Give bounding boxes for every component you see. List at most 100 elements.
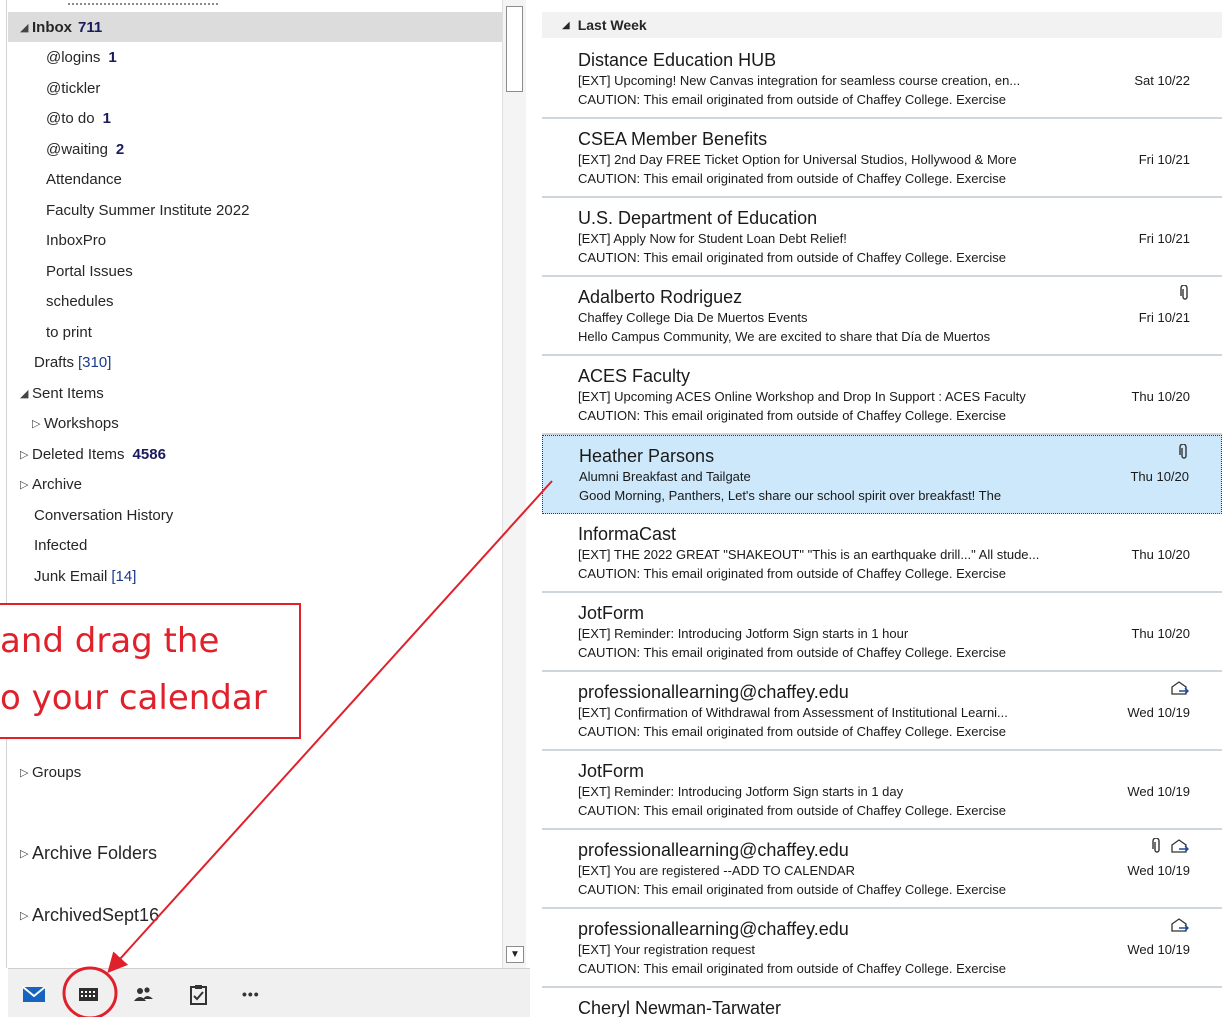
folder-label: Faculty Summer Institute 2022: [46, 201, 250, 219]
collapsed-triangle-icon[interactable]: ▷: [20, 478, 32, 491]
expanded-triangle-icon[interactable]: ◢: [562, 20, 570, 31]
folder-logins[interactable]: @logins 1: [8, 42, 502, 72]
folder-drafts[interactable]: Drafts [310]: [8, 347, 502, 377]
folder-archive-folders[interactable]: ▷ Archive Folders: [8, 836, 502, 870]
folder-label: Archive Folders: [32, 842, 158, 863]
message-row[interactable]: InformaCast [EXT] THE 2022 GREAT "SHAKEO…: [542, 514, 1222, 593]
message-row[interactable]: CSEA Member Benefits [EXT] 2nd Day FREE …: [542, 119, 1222, 198]
tasks-icon[interactable]: [188, 983, 216, 1007]
group-label: Last Week: [577, 17, 647, 33]
collapsed-triangle-icon[interactable]: ▷: [20, 766, 32, 779]
forwarded-icon: [1171, 918, 1189, 932]
folder-label: ArchivedSept16: [32, 904, 160, 925]
message-row[interactable]: professionallearning@chaffey.edu [EXT] C…: [542, 672, 1222, 751]
item-count: [14]: [111, 567, 137, 585]
message-subject: [EXT] Upcoming! New Canvas integration f…: [578, 73, 1021, 88]
expanded-triangle-icon[interactable]: ◢: [20, 387, 32, 400]
folder-label: Junk Email: [34, 567, 108, 585]
folder-junk-email[interactable]: Junk Email [14]: [8, 561, 502, 591]
folder-attendance[interactable]: Attendance: [8, 164, 502, 194]
forwarded-icon: [1171, 681, 1189, 695]
message-date: Thu 10/20: [1131, 547, 1190, 562]
folder-to-do[interactable]: @to do 1: [8, 103, 502, 133]
collapsed-triangle-icon[interactable]: ▷: [32, 417, 44, 430]
folder-label: InboxPro: [46, 231, 107, 249]
message-date: Wed 10/19: [1127, 705, 1190, 720]
message-list: ◢ Last Week Distance Education HUB [EXT]…: [542, 0, 1222, 1017]
annotation-callout-box: and drag the o your calendar: [0, 603, 301, 739]
folder-archive[interactable]: ▷ Archive: [8, 469, 502, 499]
folder-portal-issues[interactable]: Portal Issues: [8, 256, 502, 286]
message-row[interactable]: Adalberto Rodriguez Chaffey College Dia …: [542, 277, 1222, 356]
mail-icon[interactable]: [22, 983, 50, 1007]
clipped-folder-fragment: [68, 3, 218, 9]
folder-label: Inbox: [32, 18, 72, 36]
unread-count: 4586: [132, 445, 166, 463]
message-sender: Adalberto Rodriguez: [578, 287, 743, 307]
message-preview: Good Morning, Panthers, Let's share our …: [579, 488, 1002, 503]
date-group-header[interactable]: ◢ Last Week: [542, 12, 1222, 38]
people-icon[interactable]: [132, 983, 160, 1007]
message-date: Thu 10/20: [1131, 626, 1190, 641]
more-icon[interactable]: •••: [242, 983, 270, 1007]
folder-pane: ◢ Inbox 711 @logins 1 @tickler @to do 1 …: [0, 0, 530, 1017]
message-row[interactable]: professionallearning@chaffey.edu [EXT] Y…: [542, 909, 1222, 988]
message-row[interactable]: Cheryl Newman-Tarwater: [542, 988, 1222, 1017]
message-date: Thu 10/20: [1131, 389, 1190, 404]
folder-label: Groups: [32, 763, 82, 781]
message-row[interactable]: professionallearning@chaffey.edu [EXT] Y…: [542, 830, 1222, 909]
annotation-text-line-2: o your calendar: [0, 678, 267, 718]
message-preview: CAUTION: This email originated from outs…: [578, 92, 1006, 107]
attachment-icon: [1179, 444, 1187, 459]
scrollbar-thumb[interactable]: [506, 6, 523, 92]
message-status-icons: [1170, 678, 1190, 698]
item-count: [310]: [78, 353, 112, 371]
folder-to-print[interactable]: to print: [8, 317, 502, 347]
folder-faculty-summer-institute[interactable]: Faculty Summer Institute 2022: [8, 195, 502, 225]
annotation-text-line-1: and drag the: [0, 621, 220, 661]
folder-label: to print: [46, 323, 92, 341]
folder-workshops[interactable]: ▷ Workshops: [8, 408, 502, 438]
message-sender: professionallearning@chaffey.edu: [578, 919, 849, 939]
folder-label: Infected: [34, 536, 88, 554]
expanded-triangle-icon[interactable]: ◢: [20, 21, 32, 34]
folder-tickler[interactable]: @tickler: [8, 73, 502, 103]
folder-sent-items[interactable]: ◢ Sent Items: [8, 378, 502, 408]
message-row[interactable]: Distance Education HUB [EXT] Upcoming! N…: [542, 40, 1222, 119]
folder-deleted-items[interactable]: ▷ Deleted Items 4586: [8, 439, 502, 469]
calendar-icon[interactable]: [78, 983, 106, 1007]
folder-schedules[interactable]: schedules: [8, 286, 502, 316]
message-row-selected[interactable]: Heather Parsons Alumni Breakfast and Tai…: [542, 435, 1222, 514]
folder-infected[interactable]: Infected: [8, 530, 502, 560]
message-row[interactable]: JotForm [EXT] Reminder: Introducing Jotf…: [542, 593, 1222, 672]
folder-conversation-history[interactable]: Conversation History: [8, 500, 502, 530]
message-preview: CAUTION: This email originated from outs…: [578, 803, 1006, 818]
message-date: Sat 10/22: [1134, 73, 1190, 88]
pane-border: [6, 0, 7, 968]
collapsed-triangle-icon[interactable]: ▷: [20, 909, 32, 922]
message-date: Fri 10/21: [1138, 231, 1190, 246]
message-sender: JotForm: [578, 761, 645, 781]
scroll-down-arrow-icon[interactable]: ▼: [506, 946, 524, 963]
message-date: Wed 10/19: [1127, 863, 1190, 878]
message-status-icons: [1179, 442, 1189, 462]
message-row[interactable]: ACES Faculty [EXT] Upcoming ACES Online …: [542, 356, 1222, 435]
message-row[interactable]: JotForm [EXT] Reminder: Introducing Jotf…: [542, 751, 1222, 830]
folder-archived-sept16[interactable]: ▷ ArchivedSept16: [8, 898, 502, 932]
message-sender: professionallearning@chaffey.edu: [578, 682, 849, 702]
message-sender: Heather Parsons: [579, 446, 715, 466]
folder-groups[interactable]: ▷ Groups: [8, 757, 502, 787]
message-subject: [EXT] THE 2022 GREAT "SHAKEOUT" "This is…: [578, 547, 1040, 562]
collapsed-triangle-icon[interactable]: ▷: [20, 847, 32, 860]
message-sender: ACES Faculty: [578, 366, 691, 386]
message-subject: [EXT] You are registered --ADD TO CALEND…: [578, 863, 855, 878]
collapsed-triangle-icon[interactable]: ▷: [20, 448, 32, 461]
message-preview: CAUTION: This email originated from outs…: [578, 724, 1006, 739]
folder-waiting[interactable]: @waiting 2: [8, 134, 502, 164]
folder-inboxpro[interactable]: InboxPro: [8, 225, 502, 255]
folder-scrollbar[interactable]: ▼: [502, 0, 526, 968]
folder-label: @waiting: [46, 140, 108, 158]
folder-inbox[interactable]: ◢ Inbox 711: [8, 12, 502, 42]
message-sender: U.S. Department of Education: [578, 208, 818, 228]
message-row[interactable]: U.S. Department of Education [EXT] Apply…: [542, 198, 1222, 277]
